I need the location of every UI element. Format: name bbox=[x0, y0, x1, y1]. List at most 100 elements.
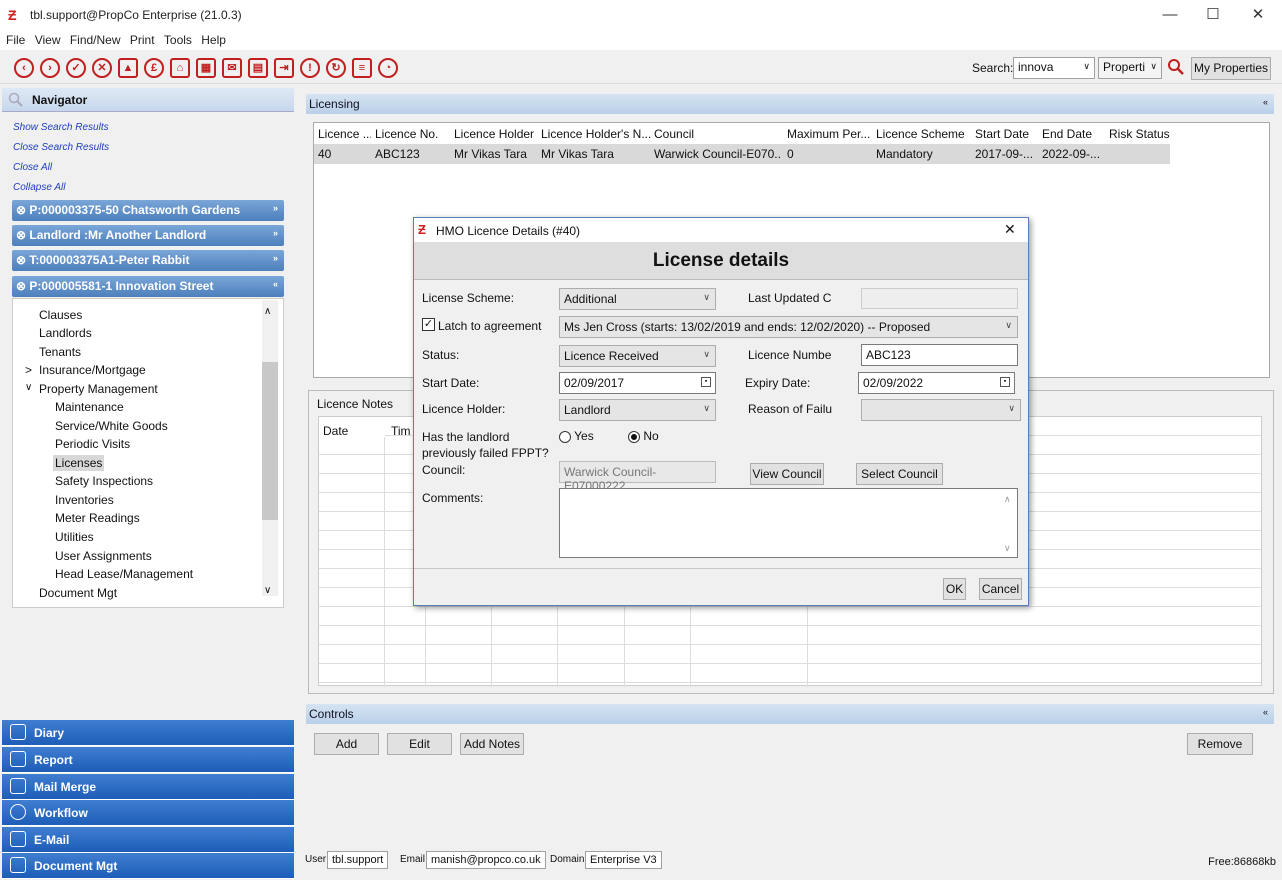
alert-icon[interactable]: ! bbox=[300, 58, 320, 78]
menu-tools[interactable]: Tools bbox=[161, 30, 195, 50]
latch-select[interactable]: Ms Jen Cross (starts: 13/02/2019 and end… bbox=[559, 316, 1018, 338]
tree-item-licenses[interactable]: Licenses bbox=[53, 455, 105, 471]
menu-view[interactable]: View bbox=[32, 30, 64, 50]
exit-icon[interactable]: ⇥ bbox=[274, 58, 294, 78]
nav-document-mgt[interactable]: Document Mgt bbox=[2, 853, 294, 879]
comments-textarea[interactable] bbox=[559, 488, 1018, 558]
add-button[interactable]: Add bbox=[314, 733, 379, 755]
scroll-down-icon[interactable]: ∨ bbox=[1004, 543, 1011, 554]
tree-collapse-icon[interactable]: ∨ bbox=[25, 382, 32, 393]
column-header[interactable]: Council bbox=[654, 127, 782, 141]
start-date-input[interactable]: 02/09/2017 ▪ bbox=[559, 372, 716, 394]
calculator-icon[interactable]: ▦ bbox=[196, 58, 216, 78]
select-council-button[interactable]: Select Council bbox=[856, 463, 943, 485]
refresh-icon[interactable]: ↻ bbox=[326, 58, 346, 78]
panel-property-chatsworth[interactable]: ⊗ P:000003375-50 Chatsworth Gardens» bbox=[12, 200, 284, 221]
ok-button[interactable]: OK bbox=[943, 578, 966, 600]
collapse-icon[interactable]: « bbox=[1263, 707, 1268, 717]
add-notes-button[interactable]: Add Notes bbox=[460, 733, 524, 755]
tree-item-property-management[interactable]: Property Management bbox=[39, 382, 158, 396]
search-type-select[interactable]: Properti ∨ bbox=[1098, 57, 1162, 79]
panel-tenant[interactable]: ⊗ T:000003375A1-Peter Rabbit» bbox=[12, 250, 284, 271]
tree-item-landlords[interactable]: Landlords bbox=[39, 326, 92, 340]
check-icon[interactable]: ✓ bbox=[66, 58, 86, 78]
calendar-icon[interactable]: ▪ bbox=[1000, 377, 1010, 387]
tree-item-meter-readings[interactable]: Meter Readings bbox=[55, 511, 140, 525]
column-header[interactable]: Licence ... bbox=[318, 127, 371, 141]
expand-icon[interactable]: » bbox=[273, 203, 278, 213]
collapse-all-link[interactable]: Collapse All bbox=[13, 182, 65, 193]
menu-file[interactable]: File bbox=[3, 30, 28, 50]
scroll-down-icon[interactable]: ∨ bbox=[264, 585, 271, 596]
nav-workflow[interactable]: Workflow bbox=[2, 800, 294, 826]
menu-find-new[interactable]: Find/New bbox=[67, 30, 124, 50]
panel-property-innovation[interactable]: ⊗ P:000005581-1 Innovation Street « bbox=[12, 276, 284, 297]
menu-print[interactable]: Print bbox=[127, 30, 158, 50]
column-header[interactable]: Start Date bbox=[975, 127, 1039, 141]
calendar-icon[interactable]: ▪ bbox=[701, 377, 711, 387]
scheme-select[interactable]: Additional ∨ bbox=[559, 288, 716, 310]
remove-button[interactable]: Remove bbox=[1187, 733, 1253, 755]
dashboard-icon[interactable]: ◔ bbox=[378, 58, 398, 78]
column-header[interactable]: Maximum Per... bbox=[787, 127, 873, 141]
status-select[interactable]: Licence Received ∨ bbox=[559, 345, 716, 367]
column-header[interactable]: Risk Status bbox=[1109, 127, 1173, 141]
tree-item-service[interactable]: Service/White Goods bbox=[55, 419, 168, 433]
view-council-button[interactable]: View Council bbox=[750, 463, 824, 485]
tree-item-insurance[interactable]: Insurance/Mortgage bbox=[39, 363, 146, 377]
tree-item-tenants[interactable]: Tenants bbox=[39, 345, 81, 359]
tree-item-head-lease[interactable]: Head Lease/Management bbox=[55, 567, 193, 581]
calendar-icon[interactable]: ▤ bbox=[248, 58, 268, 78]
house-icon[interactable]: ⌂ bbox=[170, 58, 190, 78]
column-header[interactable]: Licence Holder bbox=[454, 127, 538, 141]
tree-scrollbar-thumb[interactable] bbox=[262, 362, 278, 520]
close-search-results-link[interactable]: Close Search Results bbox=[13, 142, 109, 153]
cancel-icon[interactable]: ✕ bbox=[92, 58, 112, 78]
tree-item-periodic-visits[interactable]: Periodic Visits bbox=[55, 437, 130, 451]
tree-item-safety-inspections[interactable]: Safety Inspections bbox=[55, 474, 153, 488]
expiry-date-input[interactable]: 02/09/2022 ▪ bbox=[858, 372, 1015, 394]
tree-item-user-assignments[interactable]: User Assignments bbox=[55, 549, 152, 563]
show-search-results-link[interactable]: Show Search Results bbox=[13, 122, 109, 133]
fppt-yes-radio[interactable]: Yes bbox=[559, 429, 594, 443]
pound-icon[interactable]: £ bbox=[144, 58, 164, 78]
maximize-button[interactable]: ☐ bbox=[1193, 4, 1233, 26]
expand-icon[interactable]: » bbox=[273, 228, 278, 238]
latch-checkbox[interactable]: ✓ bbox=[422, 318, 435, 331]
cancel-button[interactable]: Cancel bbox=[979, 578, 1022, 600]
scroll-icon[interactable]: ≡ bbox=[352, 58, 372, 78]
mail-icon[interactable]: ✉ bbox=[222, 58, 242, 78]
nav-mail-merge[interactable]: Mail Merge bbox=[2, 774, 294, 800]
nav-email[interactable]: E-Mail bbox=[2, 827, 294, 853]
nav-report[interactable]: Report bbox=[2, 747, 294, 773]
tree-item-document-mgt[interactable]: Document Mgt bbox=[39, 586, 117, 600]
scroll-up-icon[interactable]: ∧ bbox=[264, 306, 271, 317]
holder-select[interactable]: Landlord ∨ bbox=[559, 399, 716, 421]
reason-select[interactable]: ∨ bbox=[861, 399, 1021, 421]
column-header[interactable]: Date bbox=[319, 417, 385, 437]
fppt-no-radio[interactable]: No bbox=[628, 429, 659, 443]
close-button[interactable]: ✕ bbox=[1238, 4, 1278, 26]
tree-item-clauses[interactable]: Clauses bbox=[39, 308, 82, 322]
tree-item-utilities[interactable]: Utilities bbox=[55, 530, 94, 544]
panel-landlord[interactable]: ⊗ Landlord :Mr Another Landlord» bbox=[12, 225, 284, 246]
dialog-close-icon[interactable]: ✕ bbox=[1004, 221, 1016, 238]
menu-help[interactable]: Help bbox=[198, 30, 229, 50]
my-properties-button[interactable]: My Properties bbox=[1191, 57, 1271, 80]
tree-item-maintenance[interactable]: Maintenance bbox=[55, 400, 124, 414]
column-header[interactable]: Licence No. bbox=[375, 127, 451, 141]
search-input[interactable]: innova ∨ bbox=[1013, 57, 1095, 79]
tree-expand-icon[interactable]: > bbox=[25, 363, 32, 377]
back-icon[interactable]: ‹ bbox=[14, 58, 34, 78]
column-header[interactable]: Licence Scheme bbox=[876, 127, 972, 141]
car-icon[interactable]: ▲ bbox=[118, 58, 138, 78]
minimize-button[interactable]: — bbox=[1150, 4, 1190, 26]
edit-button[interactable]: Edit bbox=[387, 733, 452, 755]
close-all-link[interactable]: Close All bbox=[13, 162, 52, 173]
licence-number-input[interactable]: ABC123 bbox=[861, 344, 1018, 366]
search-icon[interactable] bbox=[1167, 58, 1185, 76]
scroll-up-icon[interactable]: ∧ bbox=[1004, 494, 1011, 505]
tree-item-inventories[interactable]: Inventories bbox=[55, 493, 114, 507]
collapse-icon[interactable]: « bbox=[273, 279, 278, 289]
column-header[interactable]: End Date bbox=[1042, 127, 1106, 141]
